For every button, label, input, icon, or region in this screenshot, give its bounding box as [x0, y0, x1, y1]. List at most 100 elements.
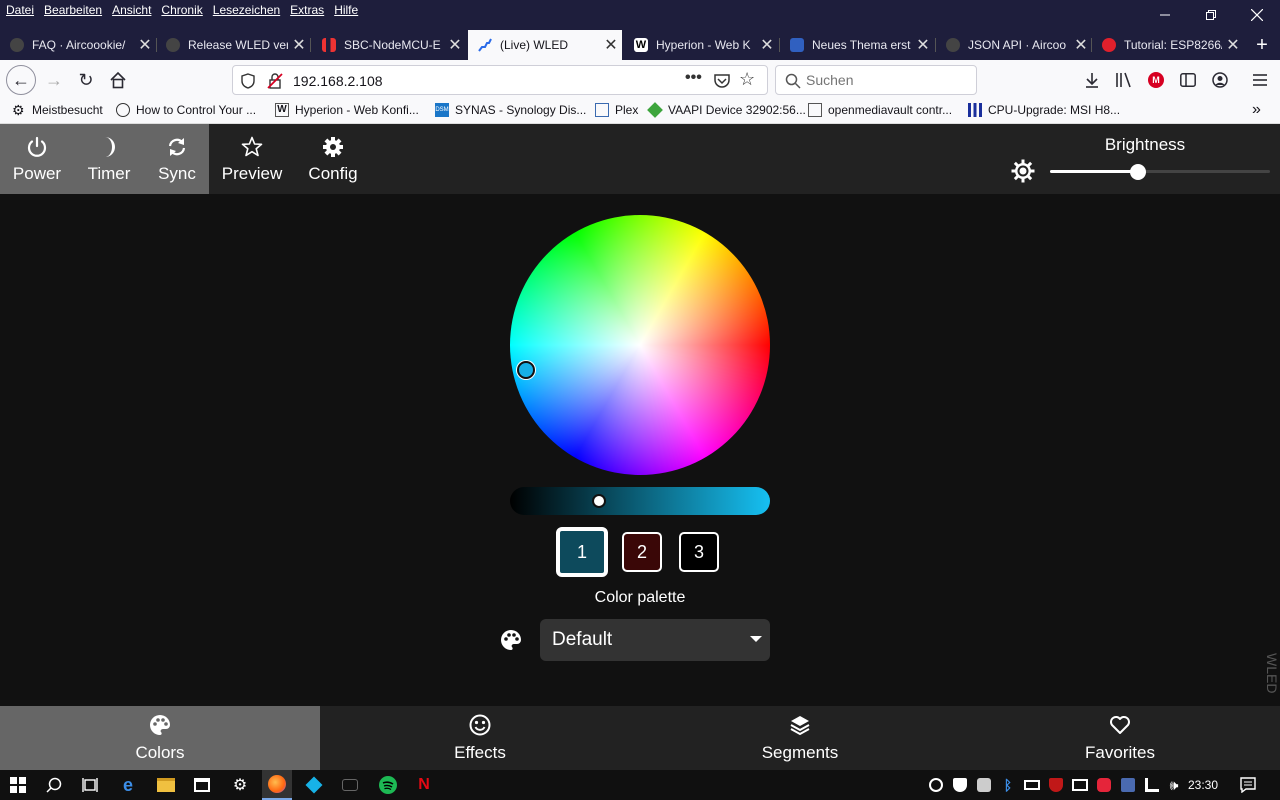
tab-faq[interactable]: FAQ · Aircoookie/ ✕ — [0, 30, 156, 60]
tray-icon[interactable] — [974, 775, 994, 795]
bookmark-synas[interactable]: DSM SYNAS - Synology Dis... — [435, 103, 586, 117]
account-button[interactable] — [1206, 66, 1234, 94]
tray-icon[interactable] — [1070, 775, 1090, 795]
palette-select[interactable]: Default — [540, 619, 770, 661]
tab-close-icon[interactable]: ✕ — [600, 35, 622, 55]
taskbar-spotify[interactable] — [378, 775, 398, 795]
tray-icon[interactable] — [926, 775, 946, 795]
tab-close-icon[interactable]: ✕ — [912, 35, 934, 55]
tray-icon[interactable] — [1046, 775, 1066, 795]
action-center-button[interactable] — [1238, 775, 1258, 795]
menu-bearbeiten[interactable]: Bearbeiten — [44, 3, 102, 17]
color-slot-2[interactable]: 2 — [622, 532, 662, 572]
taskbar-search-button[interactable] — [44, 775, 64, 795]
back-button[interactable]: ← — [6, 65, 36, 95]
bookmark-plex[interactable]: Plex — [595, 103, 638, 117]
tab-wled[interactable]: (Live) WLED ✕ — [468, 30, 622, 60]
tray-icon[interactable]: ᛒ — [998, 775, 1018, 795]
color-wheel-handle[interactable] — [517, 361, 535, 379]
taskbar-explorer[interactable] — [156, 775, 176, 795]
bookmark-hyperion[interactable]: W Hyperion - Web Konfi... — [275, 103, 419, 117]
tab-json-api[interactable]: JSON API · Aircoo ✕ — [936, 30, 1092, 60]
brightness-slider-handle[interactable] — [1130, 164, 1146, 180]
menu-hilfe[interactable]: Hilfe — [334, 3, 358, 17]
reload-button[interactable]: ↻ — [72, 66, 100, 94]
power-button[interactable]: Power — [4, 124, 70, 194]
tab-colors[interactable]: Colors — [0, 706, 320, 770]
config-button[interactable]: Config — [298, 124, 368, 194]
forward-button[interactable]: → — [40, 66, 68, 94]
tab-close-icon[interactable]: ✕ — [444, 35, 466, 55]
new-tab-button[interactable]: + — [1244, 30, 1280, 60]
library-icon — [1116, 72, 1131, 88]
minimize-button[interactable] — [1142, 0, 1188, 30]
tab-release[interactable]: Release WLED ver ✕ — [156, 30, 310, 60]
taskbar-netflix[interactable]: N — [414, 775, 434, 795]
tab-close-icon[interactable]: ✕ — [134, 35, 156, 55]
preview-button[interactable]: Preview — [216, 124, 288, 194]
tray-icon[interactable] — [1094, 775, 1114, 795]
search-box[interactable] — [775, 65, 977, 95]
tab-close-icon[interactable]: ✕ — [1222, 35, 1244, 55]
color-slot-1[interactable]: 1 — [556, 527, 608, 577]
tab-close-icon[interactable]: ✕ — [1070, 35, 1092, 55]
bookmark-meistbesucht[interactable]: ⚙ Meistbesucht — [12, 103, 103, 117]
menu-extras[interactable]: Extras — [290, 3, 324, 17]
taskbar-camera[interactable] — [340, 775, 360, 795]
wled-icon — [478, 38, 492, 52]
search-input[interactable] — [806, 72, 966, 88]
insecure-lock-icon — [267, 73, 283, 89]
color-wheel[interactable] — [510, 215, 770, 475]
value-slider[interactable] — [510, 487, 770, 515]
volume-button[interactable]: 🕪 — [1164, 775, 1184, 795]
taskbar-kodi[interactable] — [304, 775, 324, 795]
restore-button[interactable] — [1188, 0, 1234, 30]
timer-button[interactable]: Timer — [76, 124, 142, 194]
brightness-slider[interactable] — [1050, 170, 1270, 173]
tab-neues-thema[interactable]: Neues Thema erst ✕ — [780, 30, 934, 60]
value-slider-handle[interactable] — [592, 494, 606, 508]
chevron-double-right-icon: » — [1252, 101, 1261, 118]
tray-icon[interactable] — [950, 775, 970, 795]
tab-close-icon[interactable]: ✕ — [756, 35, 778, 55]
taskbar-edge[interactable]: e — [118, 775, 138, 795]
tray-icon[interactable] — [1118, 775, 1138, 795]
bookmark-how-to-control[interactable]: How to Control Your ... — [116, 103, 256, 117]
tab-tutorial[interactable]: Tutorial: ESP8266/ ✕ — [1092, 30, 1244, 60]
tab-effects[interactable]: Effects — [320, 706, 640, 770]
tray-icon[interactable] — [1022, 775, 1042, 795]
tab-favorites[interactable]: Favorites — [960, 706, 1280, 770]
library-button[interactable] — [1110, 66, 1138, 94]
menu-chronik[interactable]: Chronik — [161, 3, 202, 17]
bookmark-openmediavault[interactable]: openmediavault contr... — [808, 103, 952, 117]
bookmark-star-icon[interactable]: ☆ — [739, 69, 755, 90]
color-slot-3[interactable]: 3 — [679, 532, 719, 572]
bookmark-cpu-upgrade[interactable]: CPU-Upgrade: MSI H8... — [968, 103, 1120, 117]
bookmark-vaapi[interactable]: VAAPI Device 32902:56... — [647, 102, 806, 118]
start-button[interactable] — [8, 775, 28, 795]
tab-close-icon[interactable]: ✕ — [288, 35, 310, 55]
page-actions-icon[interactable]: ••• — [685, 69, 702, 87]
extension-button[interactable]: M — [1142, 66, 1170, 94]
downloads-button[interactable] — [1078, 66, 1106, 94]
taskbar-firefox[interactable] — [262, 770, 292, 800]
pocket-icon[interactable] — [713, 72, 731, 90]
url-bar[interactable]: 192.168.2.108 ••• ☆ — [232, 65, 768, 95]
menu-ansicht[interactable]: Ansicht — [112, 3, 151, 17]
tab-hyperion[interactable]: W Hyperion - Web K ✕ — [624, 30, 778, 60]
sync-button[interactable]: Sync — [144, 124, 210, 194]
task-view-button[interactable] — [80, 775, 100, 795]
close-window-button[interactable] — [1234, 0, 1280, 30]
spotify-icon — [379, 776, 397, 794]
menu-datei[interactable]: Datei — [6, 3, 34, 17]
app-menu-button[interactable] — [1246, 66, 1274, 94]
home-button[interactable] — [104, 66, 132, 94]
tab-segments[interactable]: Segments — [640, 706, 960, 770]
menu-lesezeichen[interactable]: Lesezeichen — [213, 3, 280, 17]
taskbar-settings[interactable]: ⚙ — [230, 775, 250, 795]
bookmarks-overflow-button[interactable]: » — [1252, 101, 1261, 119]
sidebar-button[interactable] — [1174, 66, 1202, 94]
taskbar-store[interactable] — [192, 775, 212, 795]
tray-icon[interactable] — [1142, 775, 1162, 795]
tab-sbc[interactable]: SBC-NodeMCU-E ✕ — [312, 30, 466, 60]
